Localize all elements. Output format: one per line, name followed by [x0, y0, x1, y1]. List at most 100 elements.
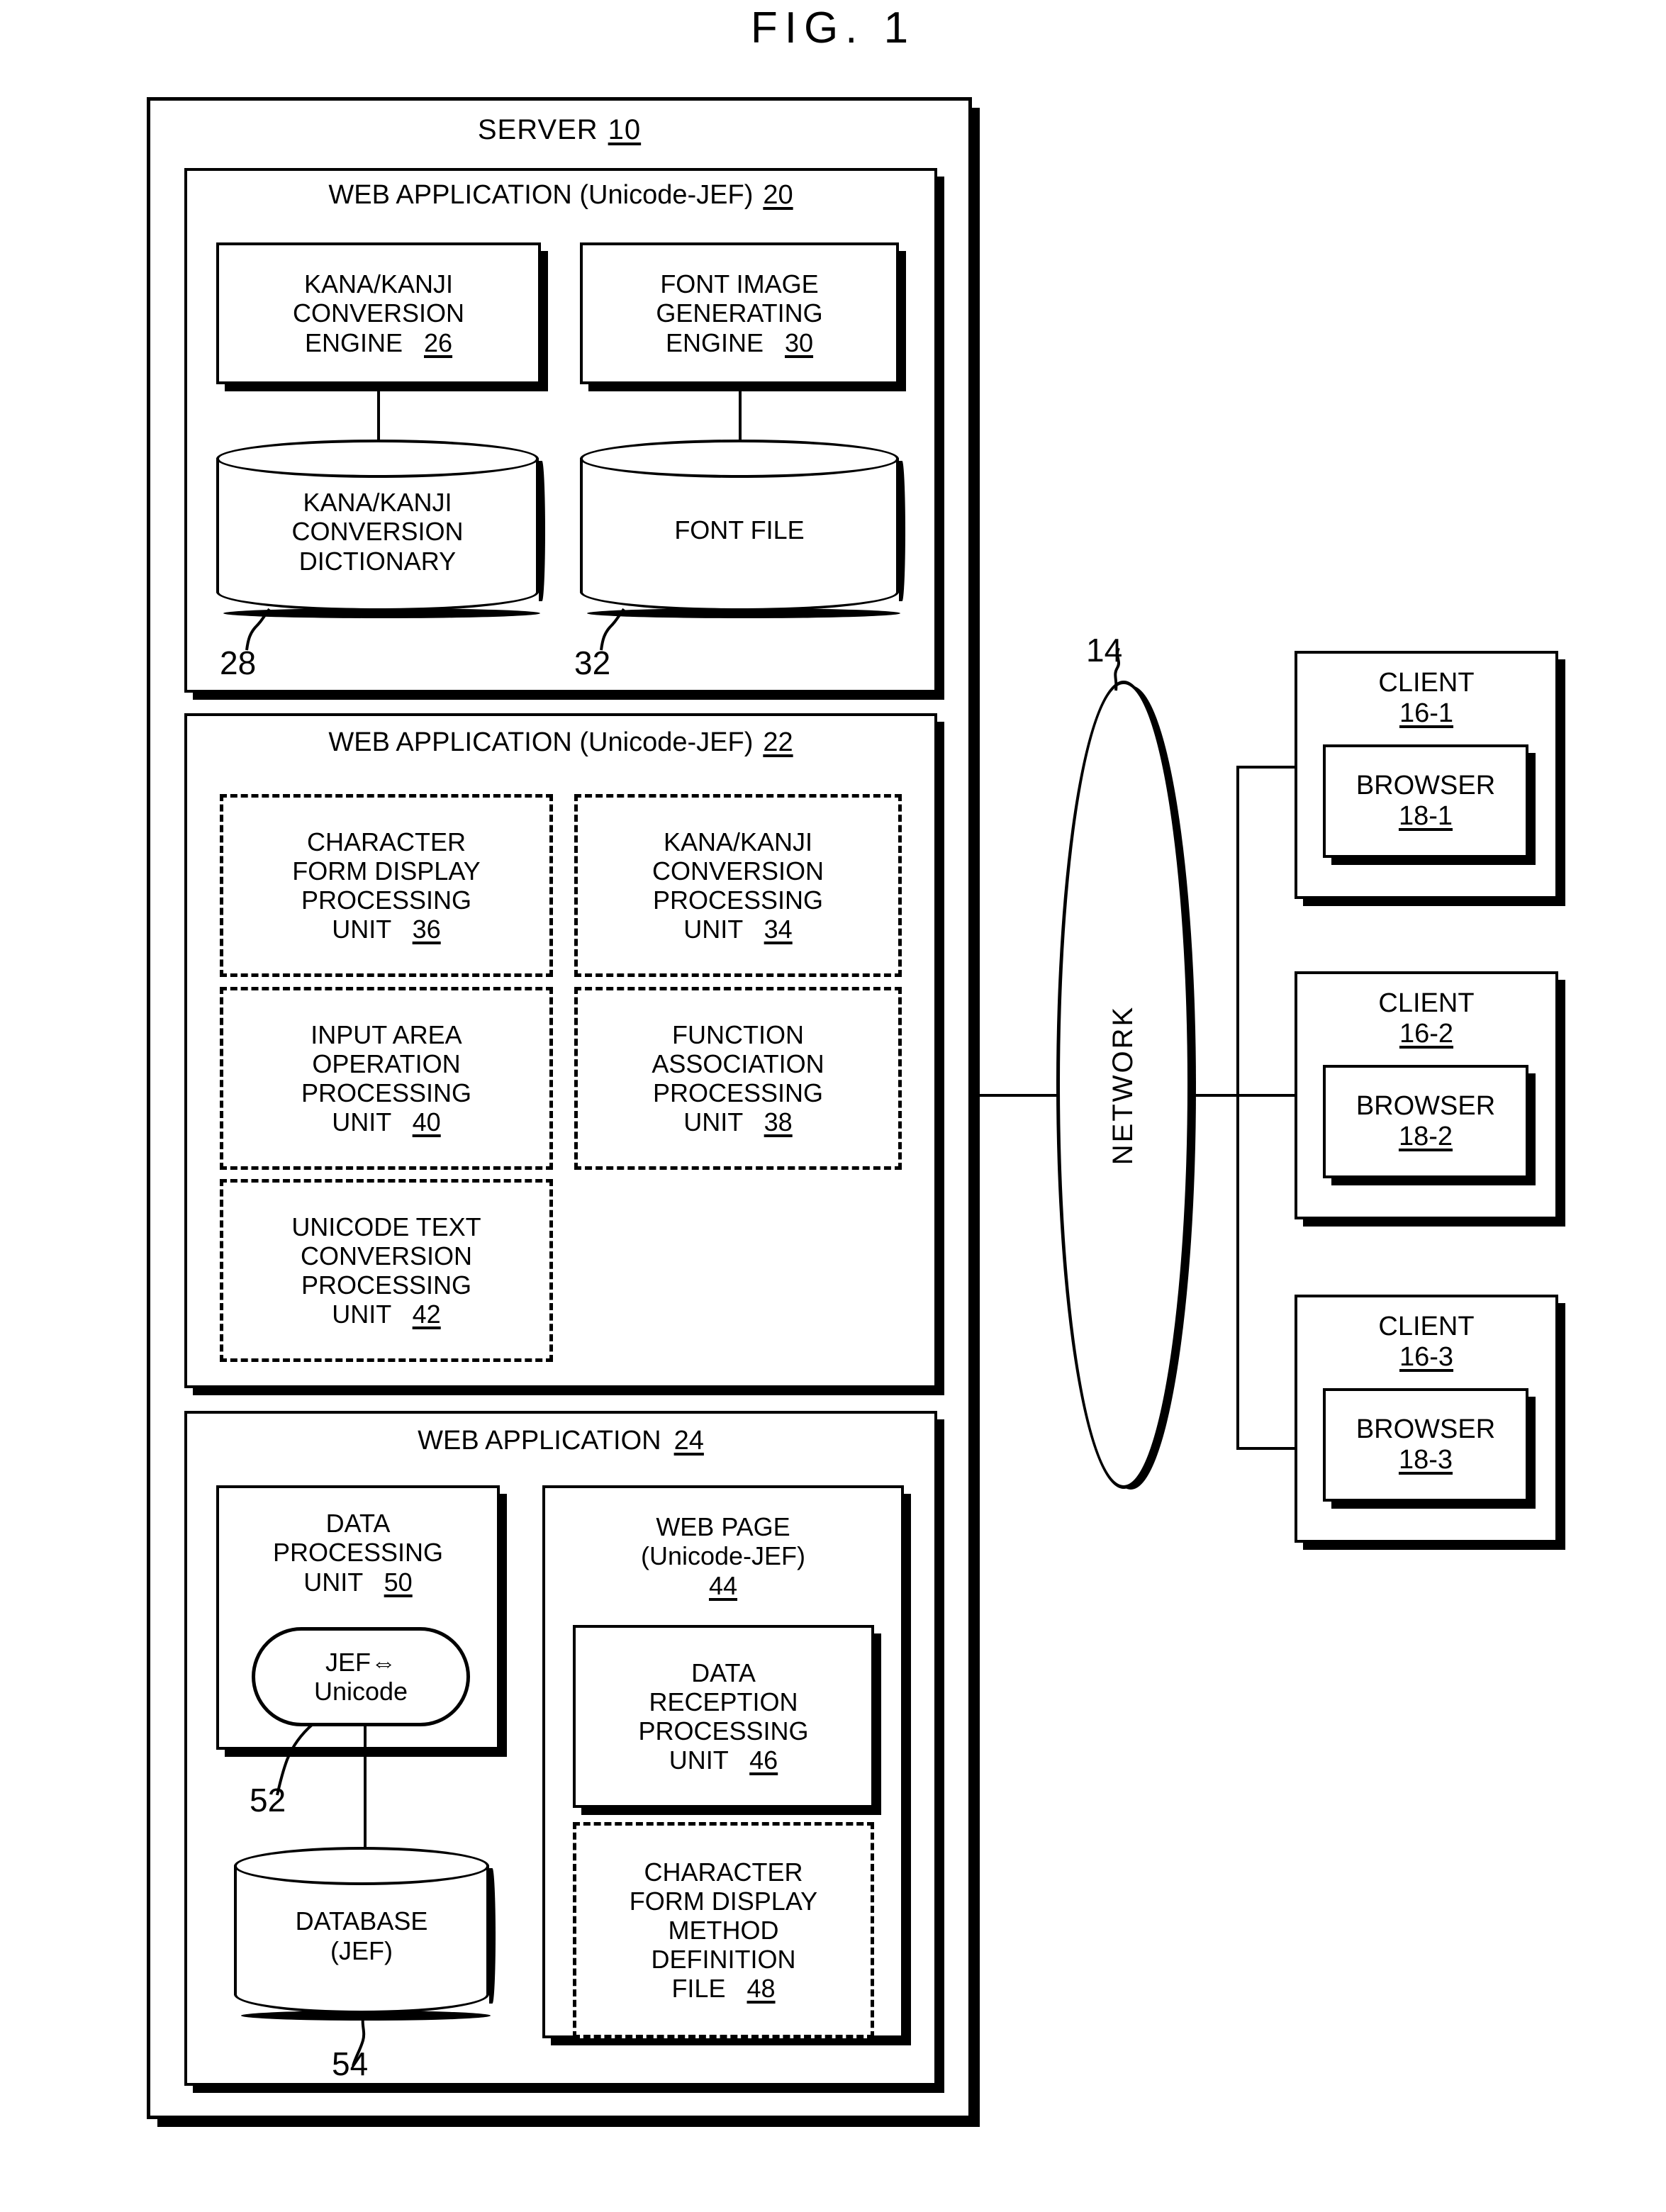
font-image-generating-engine-box: FONT IMAGE GENERATING ENGINE 30	[580, 242, 899, 384]
unit-50-line-1: DATA	[325, 1509, 391, 1538]
engine-26-line-1: KANA/KANJI	[303, 269, 454, 299]
engine-26-ref: 26	[424, 328, 453, 357]
unit-42-line-1: UNICODE TEXT	[291, 1212, 481, 1241]
database-line-1: DATABASE	[295, 1906, 428, 1936]
unit-40-line-3: PROCESSING	[301, 1078, 472, 1107]
kana-kanji-conversion-processing-unit-box: KANA/KANJI CONVERSION PROCESSING UNIT 34	[574, 794, 902, 977]
cylinder-28-line-2: CONVERSION	[291, 517, 464, 547]
font-file-cylinder: FONT FILE	[580, 440, 905, 618]
unit-40-line-2: OPERATION	[312, 1049, 461, 1078]
web-application-20-ref: 20	[763, 179, 793, 210]
ref-28: 28	[220, 644, 257, 681]
connector-bus-client-3	[1236, 1447, 1297, 1450]
unit-46-line-1: DATA	[691, 1658, 756, 1687]
server-ref: 10	[608, 113, 642, 145]
cylinder-32-line-1: FONT FILE	[674, 515, 805, 545]
client-1-ref: 16-1	[1399, 698, 1454, 728]
client-1-label: CLIENT	[1378, 667, 1475, 698]
browser-3-ref: 18-3	[1398, 1445, 1453, 1475]
client-2-ref: 16-2	[1399, 1019, 1454, 1049]
input-area-operation-processing-unit-box: INPUT AREA OPERATION PROCESSING UNIT 40	[220, 987, 553, 1170]
web-page-ref: 44	[708, 1570, 738, 1600]
web-page-line-2: (Unicode-JEF)	[640, 1541, 806, 1571]
unit-40-line-1: INPUT AREA	[311, 1020, 462, 1049]
cylinder-28-line-1: KANA/KANJI	[303, 488, 452, 518]
unit-42-line-4: UNIT	[332, 1300, 391, 1329]
web-application-24-label: WEB APPLICATION	[418, 1425, 661, 1456]
file-48-ref: 48	[747, 1974, 776, 2004]
converter-line-2: Unicode	[313, 1677, 408, 1706]
unit-34-line-3: PROCESSING	[652, 886, 824, 915]
unit-40-ref: 40	[412, 1107, 441, 1137]
unit-38-line-3: PROCESSING	[652, 1078, 824, 1107]
ref-14: 14	[1086, 632, 1123, 669]
file-48-line-2: FORM DISPLAY	[629, 1886, 818, 1916]
unit-42-line-2: CONVERSION	[300, 1241, 473, 1270]
client-3-ref: 16-3	[1399, 1342, 1454, 1372]
unit-34-ref: 34	[764, 915, 793, 944]
figure-title: FIG. 1	[750, 4, 916, 52]
network-ellipse: NETWORK	[1056, 681, 1191, 1489]
unit-50-ref: 50	[384, 1567, 413, 1597]
browser-1-box: BROWSER 18-1	[1323, 744, 1528, 858]
connector-network-bus	[1190, 1094, 1239, 1097]
connector-bus-client-1	[1236, 766, 1297, 769]
web-page-label: WEB PAGE (Unicode-JEF) 44	[542, 1496, 904, 1616]
engine-30-line-3: ENGINE	[665, 328, 764, 357]
file-48-line-3: METHOD	[668, 1915, 779, 1945]
unit-38-line-1: FUNCTION	[672, 1020, 804, 1049]
web-application-20-title: WEB APPLICATION (Unicode-JEF) 20	[184, 177, 937, 213]
client-bus-vertical	[1236, 766, 1239, 1450]
ref-52: 52	[250, 1782, 286, 1819]
unit-38-ref: 38	[764, 1107, 793, 1137]
engine-30-line-2: GENERATING	[656, 298, 823, 328]
web-application-24-title: WEB APPLICATION 24	[184, 1422, 937, 1459]
browser-2-label: BROWSER	[1355, 1090, 1496, 1121]
database-line-2: (JEF)	[330, 1936, 393, 1965]
unit-36-ref: 36	[412, 915, 441, 944]
database-cylinder: DATABASE (JEF)	[234, 1847, 496, 2021]
unit-46-line-3: PROCESSING	[638, 1716, 809, 1745]
engine-26-line-2: CONVERSION	[292, 298, 465, 328]
unit-40-line-4: UNIT	[332, 1107, 391, 1137]
network-label: NETWORK	[1107, 1005, 1139, 1165]
data-reception-processing-unit-box: DATA RECEPTION PROCESSING UNIT 46	[573, 1625, 874, 1808]
connector-bus-client-2	[1236, 1094, 1297, 1097]
ref-54: 54	[332, 2045, 369, 2082]
browser-3-label: BROWSER	[1355, 1414, 1496, 1444]
client-1-title: CLIENT 16-1	[1295, 659, 1558, 737]
client-3-title: CLIENT 16-3	[1295, 1303, 1558, 1381]
unit-36-line-4: UNIT	[332, 915, 391, 944]
unit-36-line-2: FORM DISPLAY	[292, 856, 481, 886]
browser-2-ref: 18-2	[1398, 1122, 1453, 1151]
unit-50-line-2: PROCESSING	[272, 1538, 444, 1568]
jef-unicode-converter-capsule: JEF⇔ Unicode	[252, 1627, 470, 1726]
server-label: SERVER	[477, 113, 598, 145]
browser-2-box: BROWSER 18-2	[1323, 1065, 1528, 1178]
unit-46-ref: 46	[749, 1745, 778, 1775]
web-application-22-title: WEB APPLICATION (Unicode-JEF) 22	[184, 725, 937, 760]
unit-50-line-3: UNIT	[303, 1567, 363, 1597]
web-application-24-ref: 24	[673, 1425, 704, 1456]
kana-kanji-conversion-engine-box: KANA/KANJI CONVERSION ENGINE 26	[216, 242, 541, 384]
cylinder-28-line-3: DICTIONARY	[298, 546, 457, 576]
unit-34-line-4: UNIT	[683, 915, 743, 944]
browser-3-box: BROWSER 18-3	[1323, 1388, 1528, 1502]
data-processing-unit-label: DATA PROCESSING UNIT 50	[216, 1496, 500, 1609]
web-application-22-label: WEB APPLICATION (Unicode-JEF)	[328, 727, 754, 757]
engine-26-line-3: ENGINE	[304, 328, 403, 357]
client-3-label: CLIENT	[1378, 1311, 1475, 1341]
file-48-line-4: DEFINITION	[651, 1945, 796, 1974]
unit-34-line-1: KANA/KANJI	[663, 827, 813, 856]
client-2-title: CLIENT 16-2	[1295, 980, 1558, 1058]
kana-kanji-conversion-dictionary-cylinder: KANA/KANJI CONVERSION DICTIONARY	[216, 440, 545, 618]
function-association-processing-unit-box: FUNCTION ASSOCIATION PROCESSING UNIT 38	[574, 987, 902, 1170]
engine-30-line-1: FONT IMAGE	[660, 269, 819, 299]
server-title: SERVER 10	[147, 112, 972, 147]
unit-38-line-4: UNIT	[683, 1107, 743, 1137]
unit-36-line-1: CHARACTER	[306, 827, 466, 856]
engine-30-ref: 30	[785, 328, 814, 357]
web-page-line-1: WEB PAGE	[656, 1512, 790, 1542]
browser-1-ref: 18-1	[1398, 801, 1453, 831]
character-form-display-method-definition-file-box: CHARACTER FORM DISPLAY METHOD DEFINITION…	[573, 1822, 874, 2038]
